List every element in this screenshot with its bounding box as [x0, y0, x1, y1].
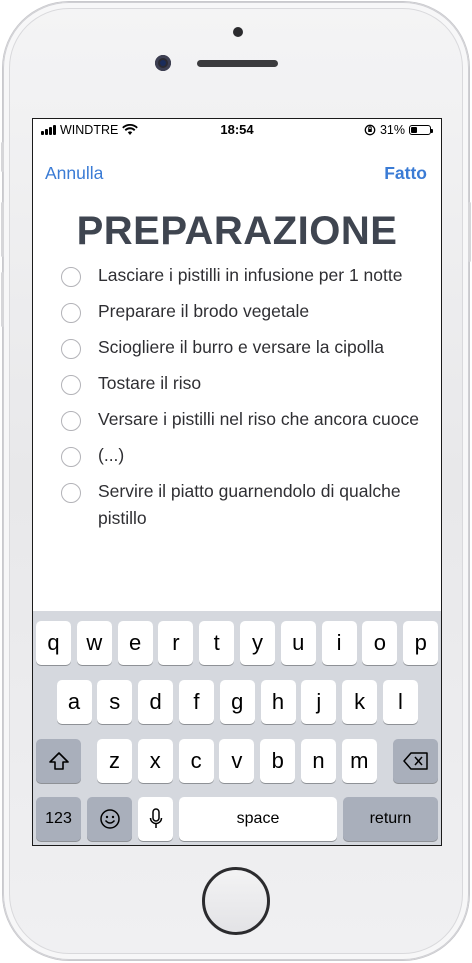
checklist-item: Tostare il riso	[61, 373, 421, 397]
front-camera	[155, 55, 171, 71]
checklist-item: Sciogliere il burro e versare la cipolla	[61, 337, 421, 361]
key-j[interactable]: j	[301, 680, 337, 724]
proximity-sensor	[233, 27, 243, 37]
key-o[interactable]: o	[362, 621, 398, 665]
key-m[interactable]: m	[341, 739, 377, 783]
numbers-key[interactable]: 123	[36, 797, 81, 841]
microphone-icon	[149, 808, 162, 828]
checkbox-circle[interactable]	[61, 303, 81, 323]
key-a[interactable]: a	[56, 680, 92, 724]
earpiece-speaker	[197, 60, 278, 67]
key-x[interactable]: x	[137, 739, 173, 783]
screen: WINDTRE 18:54 31% Annulla Fatto PREPARAZ…	[32, 118, 442, 846]
shift-key[interactable]	[36, 739, 81, 783]
key-f[interactable]: f	[178, 680, 214, 724]
backspace-icon	[402, 752, 428, 770]
battery-percent: 31%	[379, 123, 405, 137]
key-p[interactable]: p	[403, 621, 439, 665]
keyboard-row-2: asdfghjkl	[33, 680, 441, 724]
checklist-item: Preparare il brodo vegetale	[61, 301, 421, 325]
battery-icon	[409, 125, 433, 135]
key-w[interactable]: w	[76, 621, 112, 665]
volume-down-button	[1, 272, 4, 327]
checkbox-circle[interactable]	[61, 339, 81, 359]
backspace-key[interactable]	[393, 739, 438, 783]
checklist-item-text[interactable]: (...)	[98, 442, 124, 469]
return-key[interactable]: return	[343, 797, 438, 841]
checklist-item-text[interactable]: Lasciare i pistilli in infusione per 1 n…	[98, 262, 402, 289]
home-button[interactable]	[202, 867, 270, 935]
status-bar: WINDTRE 18:54 31%	[33, 119, 441, 141]
microphone-key[interactable]	[138, 797, 173, 841]
keyboard-row-4: 123 space return	[33, 797, 441, 841]
nav-bar: Annulla Fatto	[33, 157, 441, 187]
side-button	[1, 142, 4, 172]
key-t[interactable]: t	[199, 621, 235, 665]
checklist-item: (...)	[61, 445, 421, 469]
key-y[interactable]: y	[240, 621, 275, 665]
checklist-item-text[interactable]: Tostare il riso	[98, 370, 201, 397]
checklist-item: Versare i pistilli nel riso che ancora c…	[61, 409, 421, 433]
power-button	[468, 202, 471, 262]
key-e[interactable]: e	[117, 621, 153, 665]
key-i[interactable]: i	[321, 621, 357, 665]
key-n[interactable]: n	[301, 739, 336, 783]
key-k[interactable]: k	[342, 680, 378, 724]
keyboard: qwertyuiop asdfghjkl zxcvbnm 123 space r…	[33, 611, 441, 845]
key-z[interactable]: z	[97, 739, 132, 783]
key-u[interactable]: u	[280, 621, 316, 665]
checkbox-circle[interactable]	[61, 375, 81, 395]
checklist-item: Lasciare i pistilli in infusione per 1 n…	[61, 265, 421, 289]
steps-checklist: Lasciare i pistilli in infusione per 1 n…	[61, 265, 421, 544]
key-h[interactable]: h	[260, 680, 296, 724]
key-s[interactable]: s	[97, 680, 133, 724]
key-v[interactable]: v	[219, 739, 255, 783]
shift-icon	[48, 752, 69, 770]
key-q[interactable]: q	[36, 621, 71, 665]
key-r[interactable]: r	[158, 621, 194, 665]
checklist-item-text[interactable]: Servire il piatto guarnendolo di qualche…	[98, 478, 421, 532]
key-b[interactable]: b	[260, 739, 296, 783]
checkbox-circle[interactable]	[61, 267, 81, 287]
status-right: 31%	[364, 123, 433, 137]
key-d[interactable]: d	[138, 680, 174, 724]
volume-up-button	[1, 202, 4, 257]
cancel-button[interactable]: Annulla	[45, 163, 103, 184]
key-l[interactable]: l	[382, 680, 418, 724]
checklist-item: Servire il piatto guarnendolo di qualche…	[61, 481, 421, 532]
orientation-lock-icon	[364, 124, 376, 136]
keyboard-row-1: qwertyuiop	[33, 621, 441, 665]
checklist-item-text[interactable]: Preparare il brodo vegetale	[98, 298, 309, 325]
emoji-key[interactable]	[87, 797, 132, 841]
checklist-item-text[interactable]: Sciogliere il burro e versare la cipolla	[98, 334, 384, 361]
emoji-icon	[99, 809, 120, 829]
checkbox-circle[interactable]	[61, 447, 81, 467]
keyboard-row-3: zxcvbnm	[33, 739, 441, 783]
space-key[interactable]: space	[179, 797, 337, 841]
key-g[interactable]: g	[219, 680, 255, 724]
checklist-item-text[interactable]: Versare i pistilli nel riso che ancora c…	[98, 406, 419, 433]
checkbox-circle[interactable]	[61, 483, 81, 503]
page-title[interactable]: PREPARAZIONE	[33, 209, 441, 254]
done-button[interactable]: Fatto	[384, 163, 427, 184]
checkbox-circle[interactable]	[61, 411, 81, 431]
key-c[interactable]: c	[178, 739, 214, 783]
